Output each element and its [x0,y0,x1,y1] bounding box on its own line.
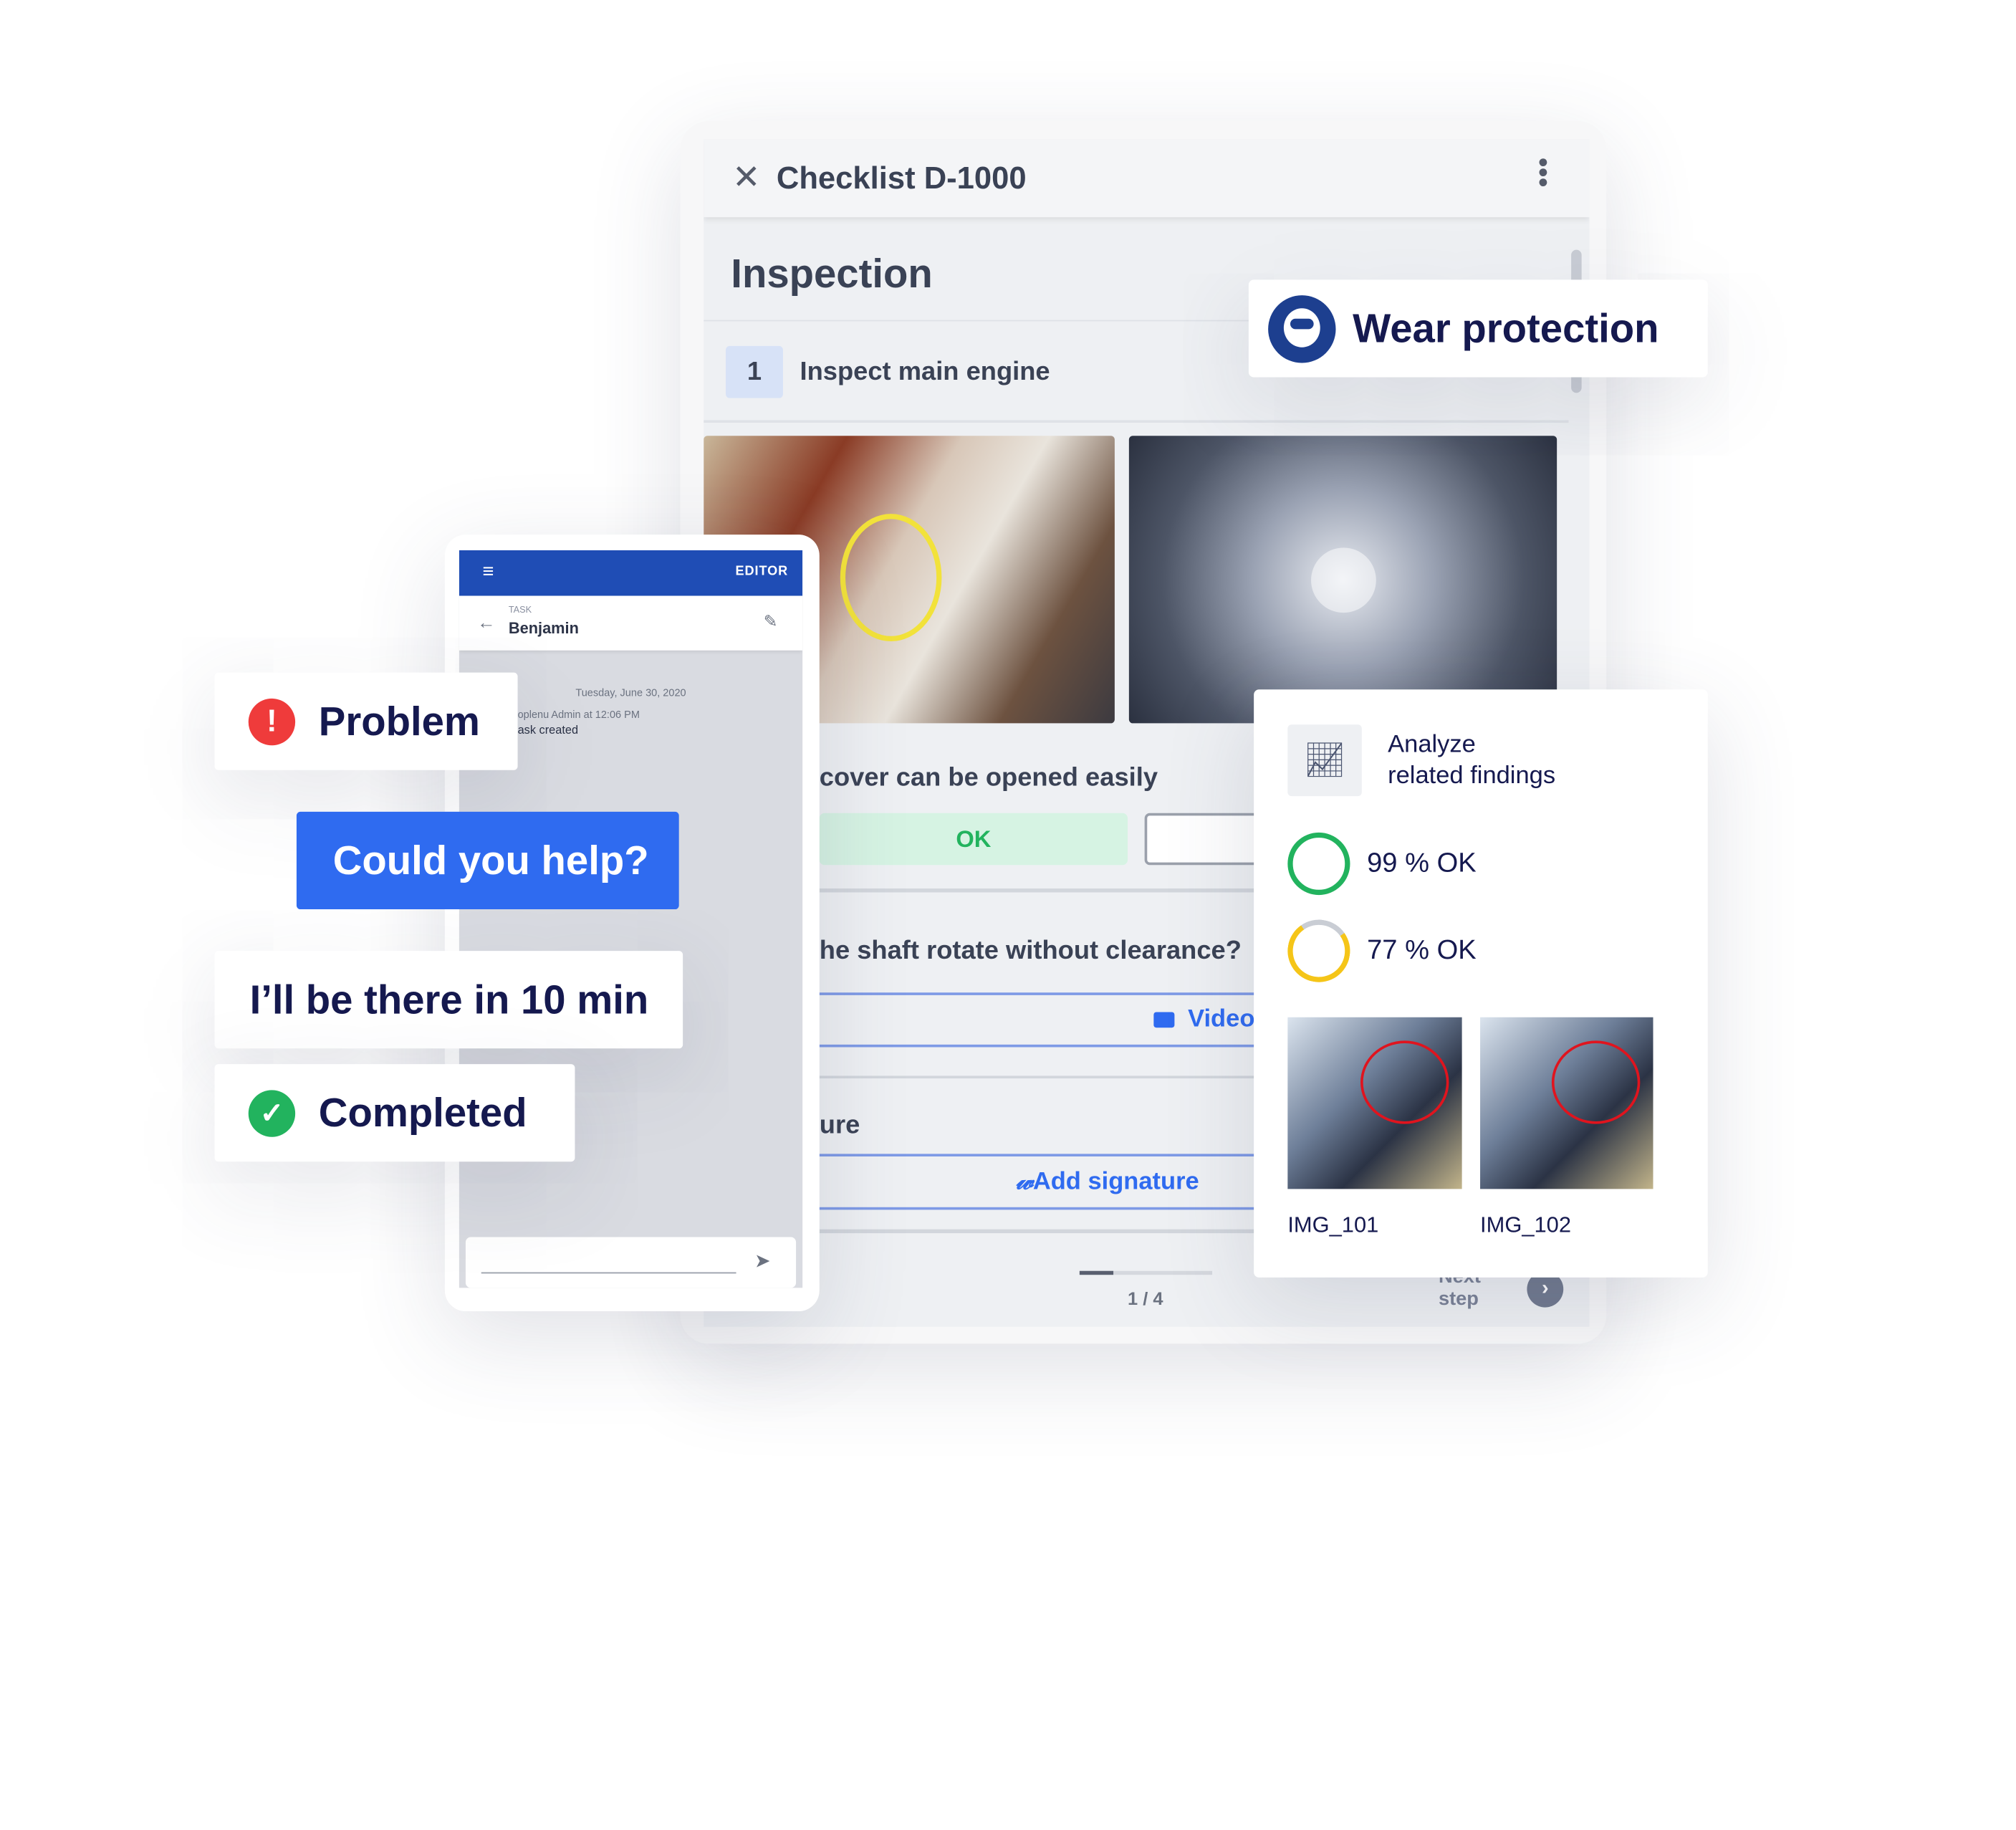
reply-text: I’ll be there in 10 min [249,977,649,1022]
gearbox-video-thumbnail[interactable] [1128,436,1557,724]
step-title: Inspect main engine [800,358,1050,387]
question-text: Could you help? [332,838,649,883]
analyze-subtitle: related findings [1388,762,1556,790]
ok-button[interactable]: OK [819,813,1128,866]
step-number-badge: 1 [726,345,783,398]
analyze-title: Analyze [1388,731,1476,759]
ok-rate-ring-green [1287,832,1350,896]
problem-bubble: ! Problem [214,672,518,770]
section-title: Inspection [731,251,933,297]
signature-icon: 𝓌 [1015,1168,1033,1196]
completed-label: Completed [318,1090,527,1136]
next-step-label-2: step [1438,1288,1479,1311]
menu-icon[interactable]: ≡ [483,560,494,583]
edit-pencil-icon[interactable]: ✎ [764,611,778,632]
protective-mask-icon [1268,295,1336,363]
task-caption: TASK [508,606,532,615]
task-name: Benjamin [508,619,579,638]
play-icon[interactable] [1311,547,1376,613]
task-header: ← TASK Benjamin ✎ [459,595,803,651]
thumbnail-label: IMG_101 [1287,1212,1379,1237]
analyze-findings-card: 📈︎ Analyze related findings 99 % OK 77 %… [1254,689,1708,1278]
log-text: ask created [517,723,579,737]
question-1: cover can be opened easily [819,763,1158,792]
checklist-title: Checklist D-1000 [776,161,1027,197]
ok-rate-label: 99 % OK [1367,848,1477,878]
alert-icon: ! [248,698,296,746]
ok-rate-label: 77 % OK [1367,935,1477,966]
completed-bubble: ✓ Completed [214,1064,575,1162]
question-2: he shaft rotate without clearance? [819,936,1242,966]
check-circle-icon: ✓ [248,1090,296,1137]
question-bubble: Could you help? [296,811,679,910]
video-label: Video [1188,1005,1255,1033]
question-3: ure [819,1111,860,1140]
thumbnail-label: IMG_102 [1480,1212,1572,1237]
signature-label: Add signature [1032,1168,1199,1196]
phone-screen: ≡ EDITOR ← TASK Benjamin ✎ Tuesday, June… [459,550,803,1288]
finding-thumbnail[interactable] [1480,1017,1653,1189]
pagination-label: 1 / 4 [1128,1288,1163,1309]
send-icon[interactable]: ➤ [754,1249,771,1273]
ok-rate-ring-yellow [1282,914,1355,987]
back-arrow-icon[interactable]: ← [477,611,495,632]
checklist-header: ✕ Checklist D-1000 ••• [704,139,1590,218]
log-meta: oplenu Admin at 12:06 PM [517,709,640,721]
more-options-icon[interactable]: ••• [1527,158,1559,188]
close-icon[interactable]: ✕ [732,158,761,198]
chart-trend-icon: 📈︎ [1287,724,1362,797]
add-signature-button[interactable]: 𝓌Add signature [1016,1167,1199,1199]
message-input[interactable]: ➤ [465,1237,797,1288]
video-camera-icon [1153,1012,1175,1028]
editor-label[interactable]: EDITOR [735,565,788,579]
wear-protection-card: Wear protection [1248,279,1708,378]
finding-thumbnail[interactable] [1287,1017,1462,1189]
progress-bar [1079,1270,1213,1275]
wear-protection-label: Wear protection [1353,305,1659,352]
reply-bubble: I’ll be there in 10 min [214,951,683,1049]
phone-app-bar: ≡ EDITOR [459,550,803,596]
problem-label: Problem [318,698,480,744]
